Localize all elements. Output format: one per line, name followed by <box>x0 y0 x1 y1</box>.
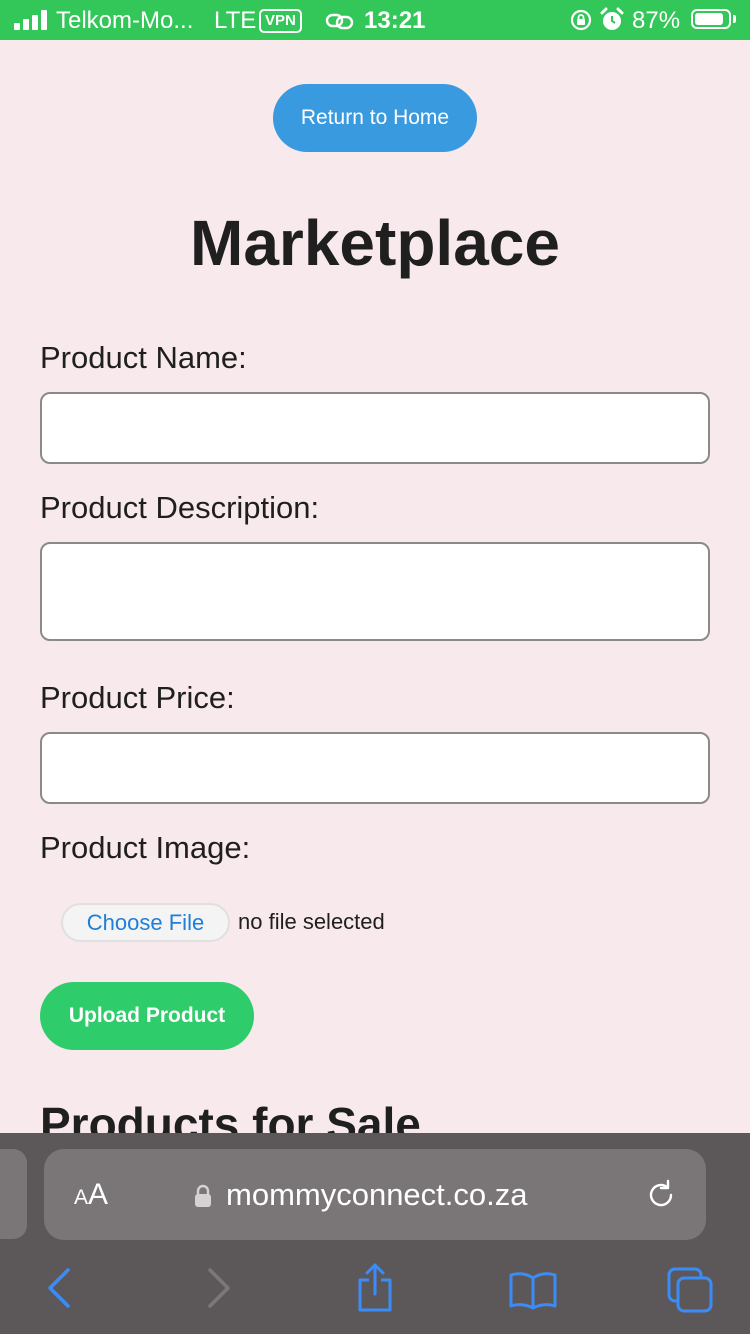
product-price-label: Product Price: <box>40 680 235 715</box>
forward-icon[interactable] <box>204 1266 234 1315</box>
bookmarks-icon[interactable] <box>508 1270 558 1315</box>
clock-time: 13:21 <box>364 7 426 34</box>
carrier-name: Telkom-Mo... <box>56 7 194 34</box>
product-description-input[interactable] <box>40 542 710 641</box>
alarm-icon <box>600 7 624 40</box>
tabs-icon[interactable] <box>666 1266 714 1319</box>
share-icon[interactable] <box>355 1262 395 1319</box>
link-icon <box>325 10 355 38</box>
reader-large-a: A <box>88 1178 109 1211</box>
address-bar[interactable]: AA mommyconnect.co.za <box>44 1149 706 1240</box>
signal-icon <box>14 10 48 30</box>
padlock-icon <box>193 1183 213 1214</box>
rotation-lock-icon <box>569 8 593 39</box>
back-icon[interactable] <box>44 1266 74 1315</box>
reader-small-a: A <box>74 1186 89 1209</box>
upload-product-button[interactable]: Upload Product <box>40 982 254 1050</box>
vpn-badge: VPN <box>259 9 302 33</box>
product-price-input[interactable] <box>40 732 710 804</box>
product-name-input[interactable] <box>40 392 710 464</box>
reload-icon[interactable] <box>644 1178 678 1217</box>
battery-tip <box>733 15 736 23</box>
file-status-text: no file selected <box>238 909 385 934</box>
previous-tab-edge[interactable] <box>0 1149 27 1239</box>
choose-file-button[interactable]: Choose File <box>61 903 230 942</box>
product-description-label: Product Description: <box>40 490 320 525</box>
product-name-label: Product Name: <box>40 340 247 375</box>
url-text[interactable]: mommyconnect.co.za <box>226 1175 528 1215</box>
network-type: LTE <box>214 7 257 34</box>
text-size-button[interactable]: AA <box>74 1177 108 1216</box>
return-home-button[interactable]: Return to Home <box>273 84 477 152</box>
status-bar: Telkom-Mo... LTE VPN 13:21 87% <box>0 0 750 40</box>
battery-level <box>695 13 723 25</box>
page-title: Marketplace <box>190 207 560 279</box>
battery-percentage: 87% <box>632 7 681 34</box>
product-image-label: Product Image: <box>40 830 251 865</box>
battery-icon <box>691 9 731 29</box>
